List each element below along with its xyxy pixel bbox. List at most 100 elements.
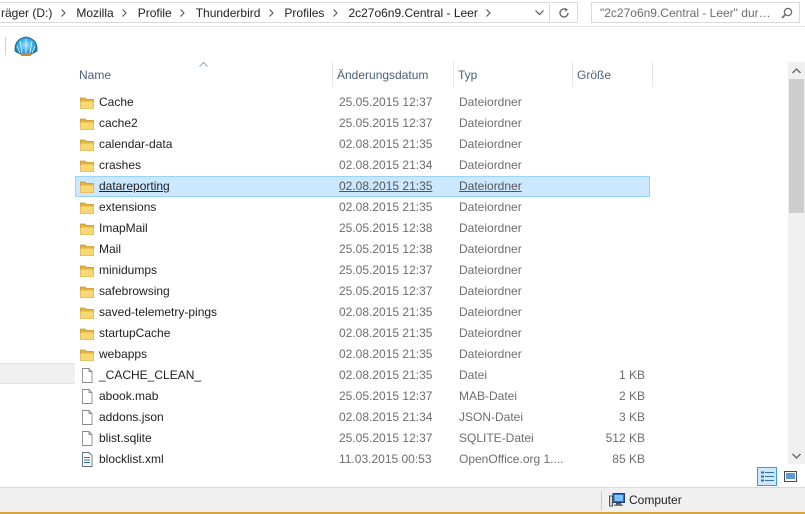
chevron-right-icon — [180, 8, 185, 17]
file-type: Dateiordner — [459, 116, 522, 130]
file-row[interactable]: datareporting 02.08.2015 21:35 Dateiordner — [75, 176, 788, 197]
details-view-button[interactable] — [757, 467, 777, 486]
file-row[interactable]: startupCache 02.08.2015 21:35 Dateiordner — [75, 323, 788, 344]
file-type: SQLITE-Datei — [459, 431, 534, 445]
folder-icon — [80, 118, 94, 130]
column-type[interactable]: Typ — [454, 62, 572, 87]
thunderbird-app-icon[interactable] — [13, 35, 39, 57]
file-type: Datei — [459, 368, 488, 382]
refresh-button[interactable] — [551, 2, 578, 23]
file-row[interactable]: crashes 02.08.2015 21:34 Dateiordner — [75, 155, 788, 176]
file-row[interactable]: blist.sqlite 25.05.2015 12:37 SQLITE-Datei… — [75, 428, 788, 449]
large-icons-view-icon — [783, 471, 797, 482]
file-date: 25.05.2015 12:37 — [339, 431, 433, 445]
breadcrumb-separator[interactable] — [482, 3, 496, 22]
file-date: 25.05.2015 12:37 — [339, 95, 433, 109]
breadcrumb-separator[interactable] — [328, 3, 342, 22]
breadcrumb-item[interactable]: Profile — [132, 3, 190, 22]
status-divider — [601, 491, 602, 510]
breadcrumb-item[interactable]: Mozilla — [70, 3, 131, 22]
file-row[interactable]: webapps 02.08.2015 21:35 Dateiordner — [75, 344, 788, 365]
file-list[interactable]: Cache 25.05.2015 12:37 Dateiordner cache2 25… — [75, 92, 788, 472]
file-name: _CACHE_CLEAN_ — [99, 368, 202, 382]
file-size — [575, 323, 645, 344]
file-row[interactable]: saved-telemetry-pings 02.08.2015 21:35 Dat… — [75, 302, 788, 323]
file-size — [575, 260, 645, 281]
scroll-down-button[interactable] — [788, 447, 805, 464]
file-size: 512 KB — [605, 431, 645, 445]
breadcrumb-item[interactable]: Thunderbird — [190, 3, 279, 22]
file-row[interactable]: abook.mab 25.05.2015 12:37 MAB-Datei 2 KB — [75, 386, 788, 407]
nav-selected-item[interactable] — [0, 363, 75, 384]
navigation-pane[interactable] — [0, 62, 75, 487]
toolbar — [0, 28, 805, 62]
column-type-label: Typ — [458, 67, 478, 82]
folder-icon — [80, 286, 94, 298]
status-bar: Computer — [0, 487, 805, 512]
file-name: extensions — [99, 200, 157, 214]
breadcrumb-separator[interactable] — [264, 3, 278, 22]
breadcrumb-separator[interactable] — [118, 3, 132, 22]
file-name: Mail — [99, 242, 122, 256]
large-icons-view-button[interactable] — [780, 467, 800, 486]
search-icon[interactable] — [781, 7, 793, 19]
column-divider[interactable] — [652, 62, 653, 87]
file-type: MAB-Datei — [459, 389, 518, 403]
file-row[interactable]: cache2 25.05.2015 12:37 Dateiordner — [75, 113, 788, 134]
file-date: 25.05.2015 12:37 — [339, 116, 433, 130]
search-box[interactable] — [591, 2, 800, 23]
file-name: datareporting — [99, 179, 170, 193]
file-row[interactable]: ImapMail 25.05.2015 12:38 Dateiordner — [75, 218, 788, 239]
scrollbar-thumb[interactable] — [789, 79, 804, 213]
breadcrumb-label: Thunderbird — [195, 5, 261, 20]
file-row[interactable]: Mail 25.05.2015 12:38 Dateiordner — [75, 239, 788, 260]
column-date[interactable]: Änderungsdatum — [333, 62, 453, 87]
details-view-icon — [760, 471, 774, 482]
vertical-scrollbar[interactable] — [788, 62, 805, 464]
file-type: Dateiordner — [459, 179, 522, 193]
breadcrumb-item[interactable]: 2c27o6n9.Central - Leer — [342, 3, 495, 22]
file-row[interactable]: Cache 25.05.2015 12:37 Dateiordner — [75, 92, 788, 113]
file-type: Dateiordner — [459, 263, 522, 277]
file-size — [575, 302, 645, 323]
breadcrumb-separator[interactable] — [56, 3, 70, 22]
file-date: 02.08.2015 21:34 — [339, 410, 433, 424]
file-row[interactable]: minidumps 25.05.2015 12:37 Dateiordner — [75, 260, 788, 281]
folder-icon — [80, 202, 94, 214]
address-history-dropdown[interactable] — [529, 2, 550, 23]
address-bar[interactable]: räger (D:) Mozilla Profile Thunderbird Profi… — [0, 2, 550, 23]
chevron-right-icon — [486, 8, 492, 17]
file-row[interactable]: blocklist.xml 11.03.2015 00:53 OpenOffice.… — [75, 449, 788, 470]
computer-icon — [609, 493, 625, 507]
file-row[interactable]: _CACHE_CLEAN_ 02.08.2015 21:35 Datei 1 KB — [75, 365, 788, 386]
file-row[interactable]: addons.json 02.08.2015 21:34 JSON-Datei 3 K… — [75, 407, 788, 428]
scroll-up-button[interactable] — [788, 62, 805, 79]
file-name: webapps — [99, 347, 148, 361]
breadcrumb-separator[interactable] — [176, 3, 190, 22]
file-type: Dateiordner — [459, 284, 522, 298]
file-row[interactable]: extensions 02.08.2015 21:35 Dateiordner — [75, 197, 788, 218]
file-type: Dateiordner — [459, 326, 522, 340]
file-date: 02.08.2015 21:35 — [339, 179, 433, 193]
breadcrumb-label: räger (D:) — [1, 5, 53, 20]
folder-icon — [80, 181, 94, 193]
column-size[interactable]: Größe — [573, 62, 652, 87]
breadcrumb-item[interactable]: Profiles — [278, 3, 342, 22]
file-name: Cache — [99, 95, 134, 109]
column-name[interactable]: Name — [75, 62, 332, 87]
breadcrumb-item[interactable]: räger (D:) — [0, 3, 70, 22]
file-icon — [82, 389, 93, 404]
file-row[interactable]: calendar-data 02.08.2015 21:35 Dateiordner — [75, 134, 788, 155]
file-name: cache2 — [99, 116, 138, 130]
folder-icon — [80, 244, 94, 256]
file-size — [575, 197, 645, 218]
chevron-right-icon — [60, 8, 66, 17]
column-date-label: Änderungsdatum — [337, 67, 429, 82]
chevron-right-icon — [122, 8, 127, 17]
file-row[interactable]: safebrowsing 25.05.2015 12:37 Dateiordner — [75, 281, 788, 302]
search-input[interactable] — [592, 3, 772, 22]
folder-icon — [80, 97, 94, 109]
file-name: crashes — [99, 158, 142, 172]
file-size — [575, 344, 645, 365]
file-name: ImapMail — [99, 221, 148, 235]
